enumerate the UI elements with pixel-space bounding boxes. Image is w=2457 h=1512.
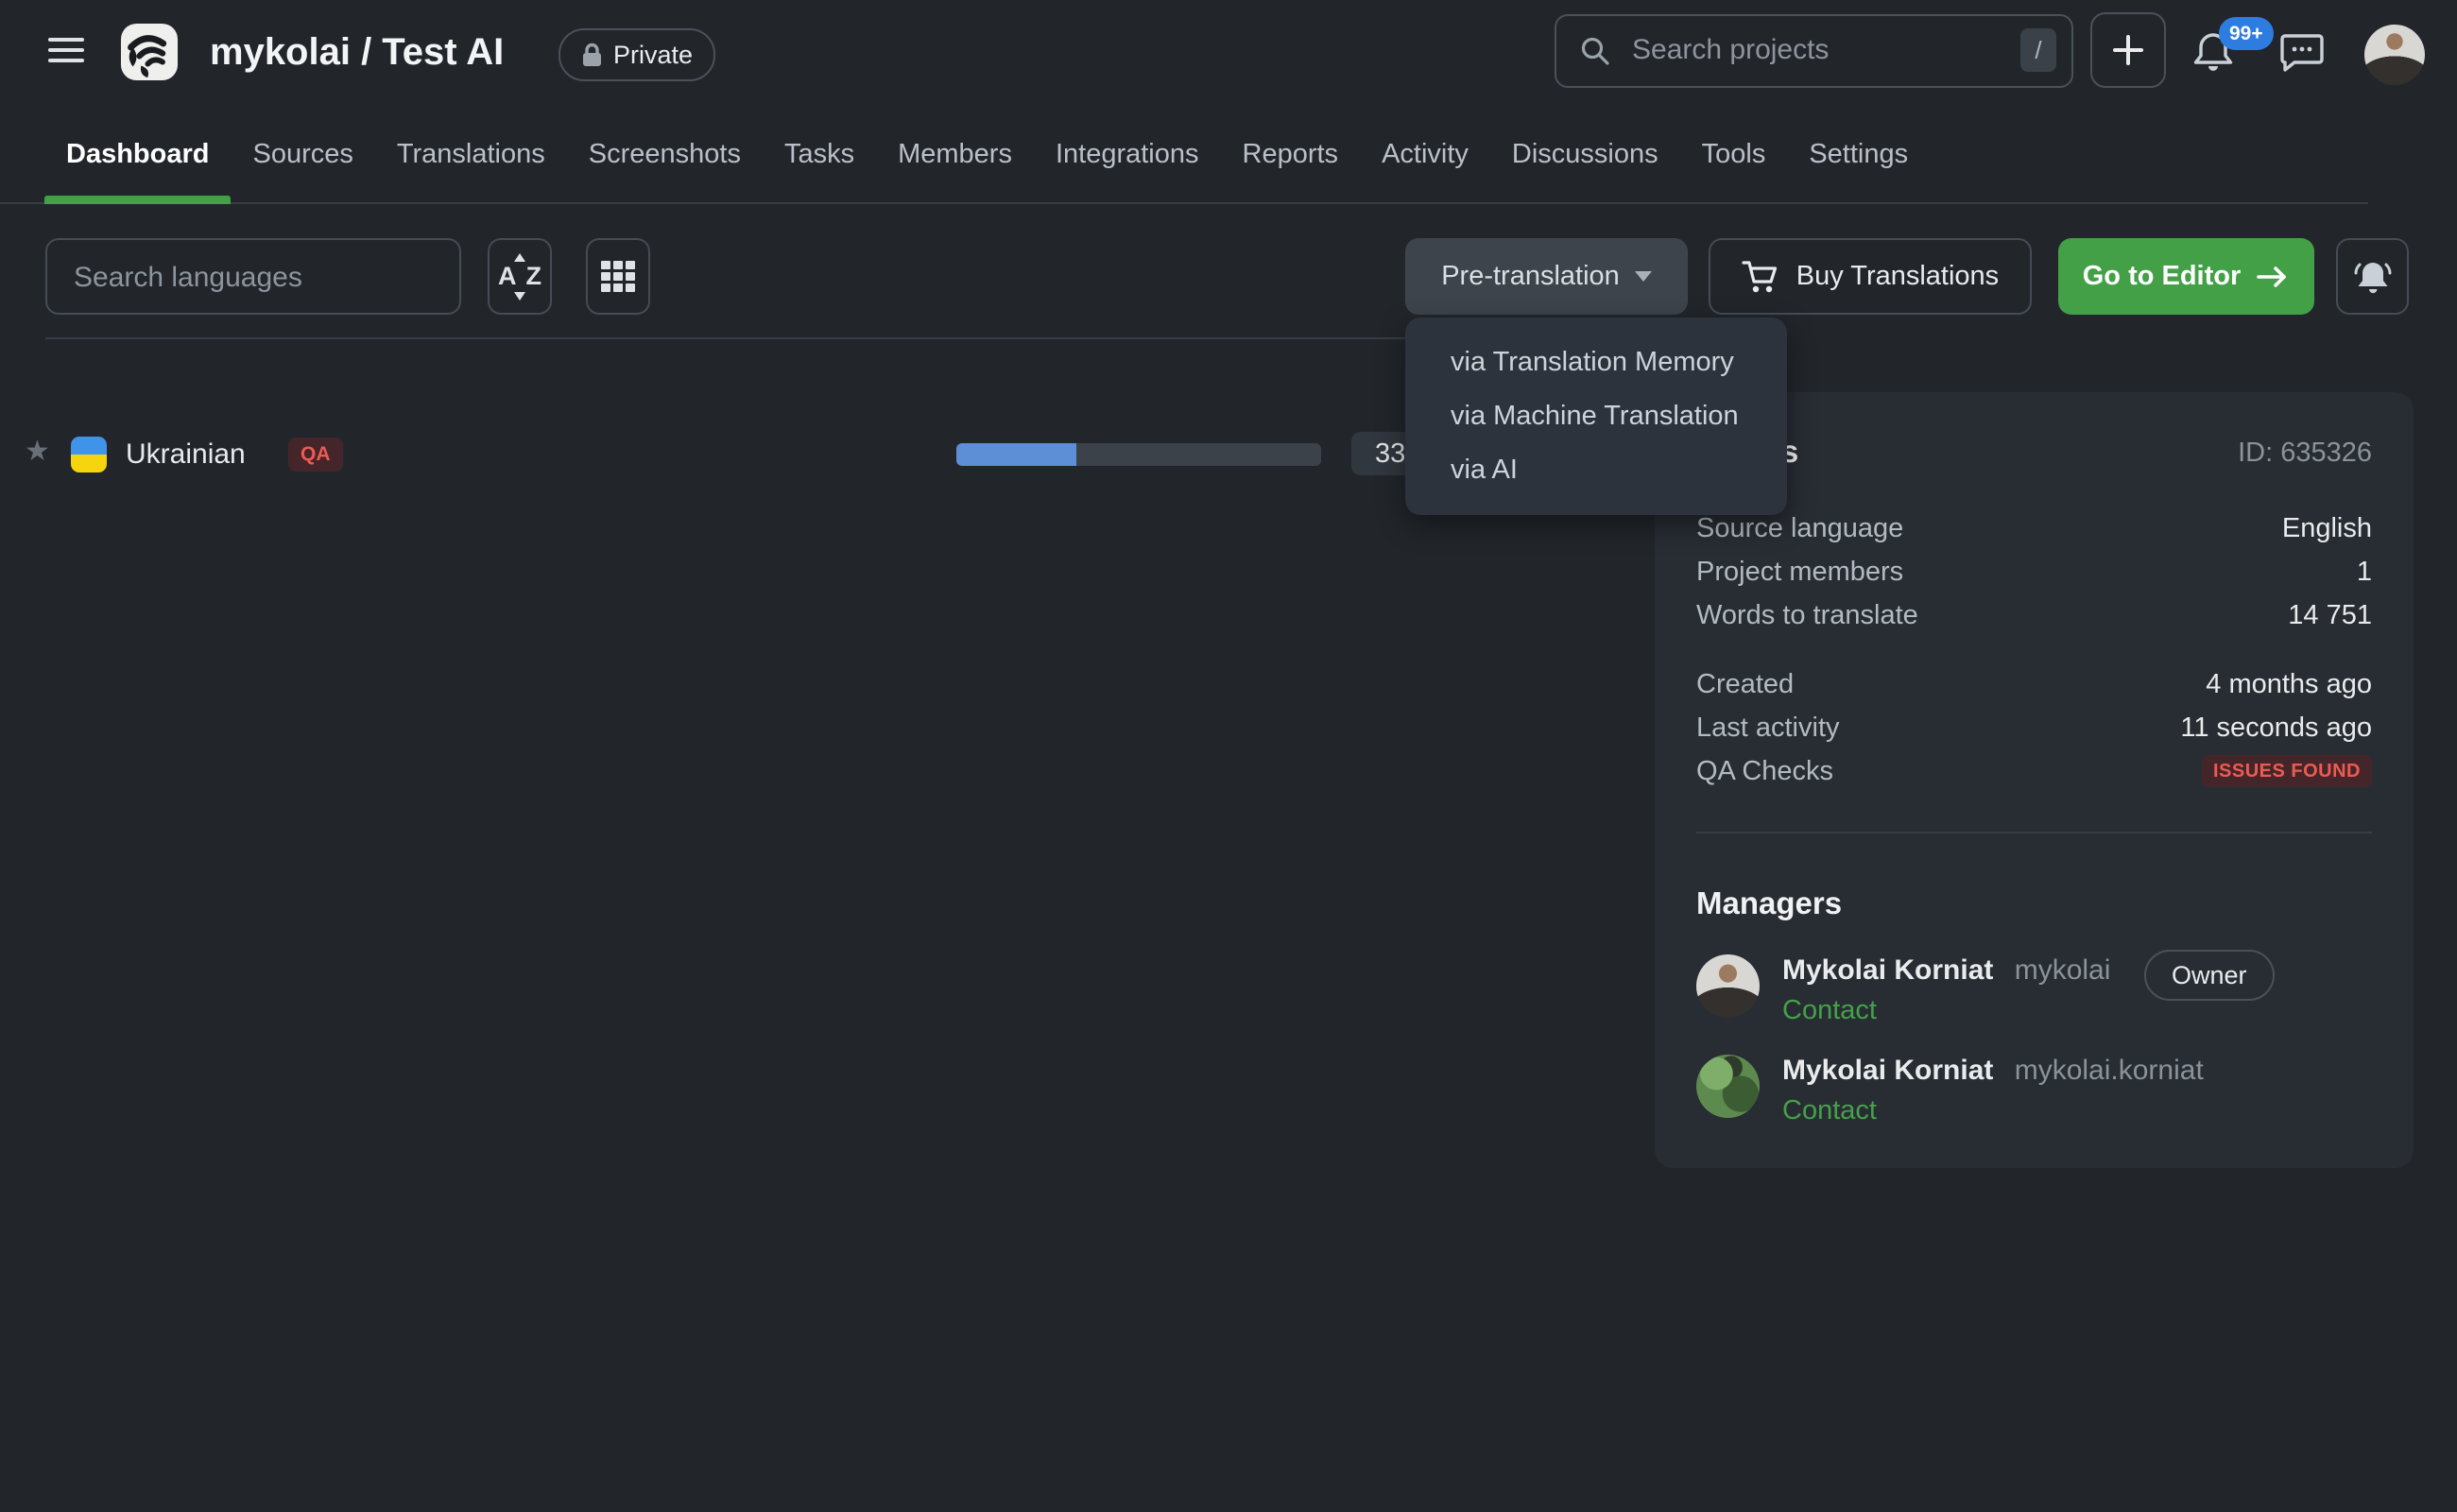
manager-avatar[interactable] — [1696, 954, 1760, 1018]
chevron-down-icon — [1635, 271, 1652, 282]
ringing-bell-icon — [2351, 255, 2395, 299]
tab-sources[interactable]: Sources — [231, 113, 374, 204]
tab-screenshots[interactable]: Screenshots — [567, 113, 763, 204]
grid-view-icon — [601, 261, 635, 292]
buy-translations-label: Buy Translations — [1796, 261, 1999, 292]
ukraine-flag-icon — [71, 437, 107, 472]
search-languages-input[interactable] — [72, 242, 444, 313]
subscribe-bell-button[interactable] — [2336, 238, 2409, 315]
detail-row-created: Created 4 months ago — [1696, 662, 2372, 706]
messages-icon[interactable] — [2279, 32, 2325, 74]
project-nav: Dashboard Sources Translations Screensho… — [0, 113, 2457, 204]
create-project-button[interactable] — [2090, 12, 2166, 88]
page-title: mykolai / Test AI — [210, 23, 504, 81]
private-badge-label: Private — [613, 41, 693, 70]
tab-discussions[interactable]: Discussions — [1490, 113, 1680, 204]
crowdin-logo-icon[interactable] — [120, 23, 179, 81]
user-avatar[interactable] — [2364, 25, 2425, 85]
manager-name[interactable]: Mykolai Korniat — [1782, 954, 1993, 986]
tab-integrations[interactable]: Integrations — [1034, 113, 1221, 204]
lock-icon — [581, 43, 603, 68]
go-to-editor-button[interactable]: Go to Editor — [2058, 238, 2314, 315]
detail-row-words-to-translate: Words to translate 14 751 — [1696, 593, 2372, 637]
detail-row-last-activity: Last activity 11 seconds ago — [1696, 706, 2372, 749]
pretranslation-label: Pre-translation — [1441, 261, 1620, 292]
translation-progress-bar — [956, 443, 1321, 466]
manager-avatar[interactable] — [1696, 1055, 1760, 1118]
sort-languages-button[interactable]: AZ — [488, 238, 552, 315]
tab-translations[interactable]: Translations — [375, 113, 567, 204]
language-name[interactable]: Ukrainian — [126, 438, 246, 471]
notifications-count-badge[interactable]: 99+ — [2219, 17, 2274, 50]
go-to-editor-label: Go to Editor — [2083, 261, 2242, 292]
cart-icon — [1742, 259, 1779, 295]
view-mode-button[interactable] — [586, 238, 650, 315]
private-badge: Private — [558, 28, 715, 81]
manager-row: Mykolai Korniat mykolai.korniat Contact — [1696, 1055, 2372, 1121]
menu-icon[interactable] — [48, 38, 84, 64]
tab-tasks[interactable]: Tasks — [763, 113, 876, 204]
tab-dashboard[interactable]: Dashboard — [44, 113, 231, 204]
manager-username: mykolai.korniat — [2015, 1055, 2204, 1086]
favorite-star-icon[interactable]: ★ — [25, 435, 50, 468]
manager-contact-link[interactable]: Contact — [1782, 995, 1877, 1026]
search-icon — [1579, 35, 1611, 67]
manager-row: Mykolai Korniat mykolai Contact Owner — [1696, 954, 2372, 1021]
menu-item-via-machine-translation[interactable]: via Machine Translation — [1405, 389, 1787, 443]
qa-issues-badge[interactable]: QA — [288, 438, 343, 472]
manager-username: mykolai — [2015, 954, 2111, 986]
managers-heading: Managers — [1696, 885, 1842, 921]
tab-activity[interactable]: Activity — [1360, 113, 1490, 204]
detail-row-project-members: Project members 1 — [1696, 550, 2372, 593]
language-list-divider — [45, 337, 1625, 339]
issues-found-badge[interactable]: ISSUES FOUND — [2202, 755, 2372, 787]
search-projects-input[interactable] — [1630, 18, 1974, 82]
menu-item-via-ai[interactable]: via AI — [1405, 443, 1787, 497]
project-id: ID: 635326 — [2238, 438, 2372, 469]
crowdin-project-dashboard: mykolai / Test AI Private / 99+ — [0, 0, 2457, 1512]
panel-divider — [1696, 832, 2372, 833]
pretranslation-menu: via Translation Memory via Machine Trans… — [1405, 318, 1787, 515]
arrow-right-icon — [2256, 265, 2290, 289]
active-tab-underline — [44, 196, 231, 204]
translation-progress-fill — [956, 443, 1076, 466]
menu-item-via-translation-memory[interactable]: via Translation Memory — [1405, 335, 1787, 389]
sort-az-icon: AZ — [498, 255, 541, 299]
tab-reports[interactable]: Reports — [1221, 113, 1361, 204]
search-projects-box[interactable]: / — [1555, 14, 2073, 88]
detail-row-qa-checks: QA Checks ISSUES FOUND — [1696, 749, 2372, 793]
pretranslation-dropdown-button[interactable]: Pre-translation — [1405, 238, 1688, 315]
detail-row-source-language: Source language English — [1696, 507, 2372, 550]
tab-tools[interactable]: Tools — [1680, 113, 1788, 204]
manager-name[interactable]: Mykolai Korniat — [1782, 1055, 1993, 1086]
manager-contact-link[interactable]: Contact — [1782, 1095, 1877, 1126]
owner-badge: Owner — [2144, 950, 2275, 1001]
buy-translations-button[interactable]: Buy Translations — [1709, 238, 2032, 315]
search-shortcut-key: / — [2020, 28, 2056, 72]
search-languages-box[interactable] — [45, 238, 461, 315]
tab-members[interactable]: Members — [876, 113, 1034, 204]
tab-settings[interactable]: Settings — [1787, 113, 1930, 204]
